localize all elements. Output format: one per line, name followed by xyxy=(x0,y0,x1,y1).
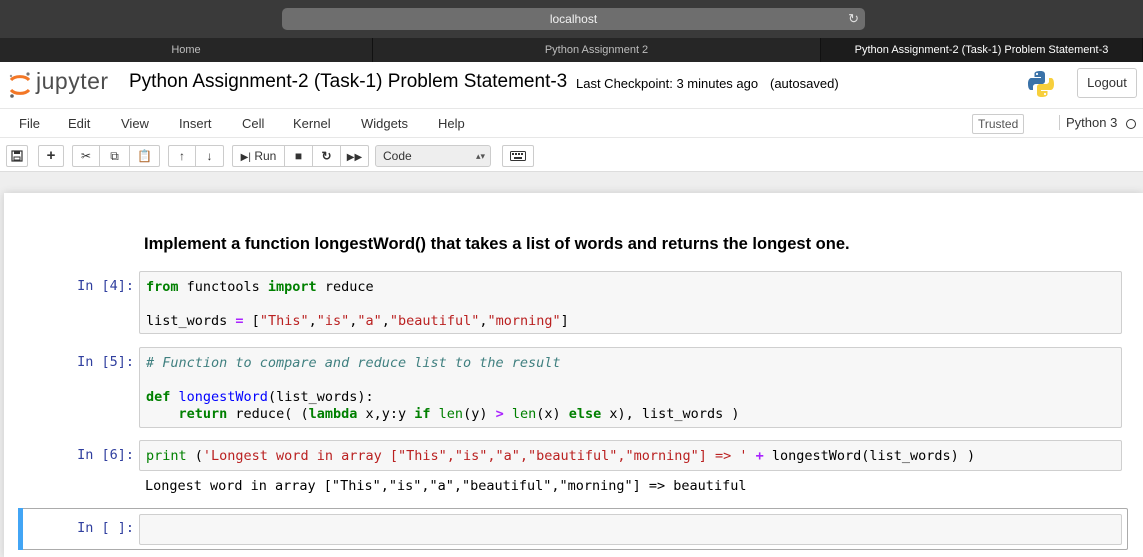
python-logo-icon xyxy=(1028,71,1054,97)
paste-button[interactable]: 📋 xyxy=(130,145,160,167)
save-button[interactable] xyxy=(6,145,28,167)
cell-1-prompt: In [4]: xyxy=(77,278,134,294)
menu-file[interactable]: File xyxy=(19,116,40,131)
kernel-name[interactable]: Python 3 xyxy=(1059,115,1117,130)
reload-icon[interactable]: ↻ xyxy=(848,8,859,30)
browser-address-bar: localhost ↻ xyxy=(0,0,1143,38)
selected-cell-indicator xyxy=(18,508,23,550)
jupyter-header: jupyter Python Assignment-2 (Task-1) Pro… xyxy=(0,62,1143,108)
code-line: print ('Longest word in array ["This","i… xyxy=(146,448,976,464)
keyboard-icon xyxy=(510,151,526,161)
browser-tab-problem-statement[interactable]: Python Assignment-2 (Task-1) Problem Sta… xyxy=(821,38,1143,62)
code-line: return reduce( (lambda x,y:y if len(y) >… xyxy=(178,406,740,422)
stop-icon: ■ xyxy=(294,149,303,163)
cell-type-value: Code xyxy=(383,149,412,163)
move-down-button[interactable]: ↓ xyxy=(196,145,224,167)
logout-button[interactable]: Logout xyxy=(1077,68,1137,98)
plus-icon: + xyxy=(46,147,56,164)
trusted-badge[interactable]: Trusted xyxy=(972,114,1025,134)
cell-3-output: Longest word in array ["This","is","a","… xyxy=(145,478,747,494)
insert-cell-button[interactable]: + xyxy=(38,145,64,167)
select-arrows-icon: ▴▾ xyxy=(475,151,485,161)
notebook-toolbar: + ✂ ⧉ 📋 ↑ ↓ ▶| Run ■ ↻ ▶▶ Code ▴▾ xyxy=(0,138,1143,172)
cell-3-prompt: In [6]: xyxy=(77,447,134,463)
code-comment: # Function to compare and reduce list to… xyxy=(146,355,561,371)
scissors-icon: ✂ xyxy=(80,149,92,163)
menu-cell[interactable]: Cell xyxy=(242,116,264,131)
menu-edit[interactable]: Edit xyxy=(68,116,90,131)
cell-4-input[interactable] xyxy=(139,514,1122,545)
cell-1-input[interactable]: from functools import reduce list_words … xyxy=(139,271,1122,334)
cell-3-input[interactable]: print ('Longest word in array ["This","i… xyxy=(139,440,1122,471)
restart-run-all-button[interactable]: ▶▶ xyxy=(341,145,369,167)
cell-2-prompt: In [5]: xyxy=(77,354,134,370)
code-line: list_words = ["This","is","a","beautiful… xyxy=(146,313,569,329)
browser-tab-assignment[interactable]: Python Assignment 2 xyxy=(373,38,821,62)
browser-tab-home[interactable]: Home xyxy=(0,38,373,62)
restart-kernel-button[interactable]: ↻ xyxy=(313,145,341,167)
jupyter-logo-text[interactable]: jupyter xyxy=(36,68,109,95)
code-line: def longestWord(list_words): xyxy=(146,389,374,405)
menubar: File Edit View Insert Cell Kernel Widget… xyxy=(0,108,1143,138)
menu-insert[interactable]: Insert xyxy=(179,116,212,131)
menu-widgets[interactable]: Widgets xyxy=(361,116,408,131)
arrow-up-icon: ↑ xyxy=(179,149,185,163)
copy-button[interactable]: ⧉ xyxy=(100,145,130,167)
arrow-down-icon: ↓ xyxy=(206,149,213,163)
move-up-button[interactable]: ↑ xyxy=(168,145,196,167)
run-label: Run xyxy=(254,149,277,163)
cut-button[interactable]: ✂ xyxy=(72,145,100,167)
kernel-idle-indicator-icon xyxy=(1126,119,1136,129)
restart-icon: ↻ xyxy=(321,149,332,163)
notebook-title[interactable]: Python Assignment-2 (Task-1) Problem Sta… xyxy=(129,71,567,93)
copy-icon: ⧉ xyxy=(110,149,119,163)
checkpoint-status: Last Checkpoint: 3 minutes ago xyxy=(576,76,759,91)
menu-help[interactable]: Help xyxy=(438,116,465,131)
run-button[interactable]: ▶| Run xyxy=(232,145,285,167)
step-forward-icon: ▶| xyxy=(240,152,251,163)
code-line: from functools import reduce xyxy=(146,279,374,295)
save-icon xyxy=(11,150,23,162)
autosave-status: (autosaved) xyxy=(770,76,839,91)
command-palette-button[interactable] xyxy=(502,145,534,167)
cell-4-prompt: In [ ]: xyxy=(77,520,134,536)
paste-icon: 📋 xyxy=(137,149,152,163)
fast-forward-icon: ▶▶ xyxy=(346,152,363,163)
cell-type-select[interactable]: Code ▴▾ xyxy=(375,145,491,167)
menu-view[interactable]: View xyxy=(121,116,149,131)
browser-tab-strip: Home Python Assignment 2 Python Assignme… xyxy=(0,38,1143,62)
interrupt-kernel-button[interactable]: ■ xyxy=(285,145,313,167)
cell-2-input[interactable]: # Function to compare and reduce list to… xyxy=(139,347,1122,428)
markdown-cell[interactable]: Implement a function longestWord() that … xyxy=(144,235,850,254)
jupyter-logo-icon[interactable] xyxy=(8,70,32,100)
url-field[interactable]: localhost ↻ xyxy=(282,8,865,30)
url-text: localhost xyxy=(549,12,598,26)
menu-kernel[interactable]: Kernel xyxy=(293,116,331,131)
